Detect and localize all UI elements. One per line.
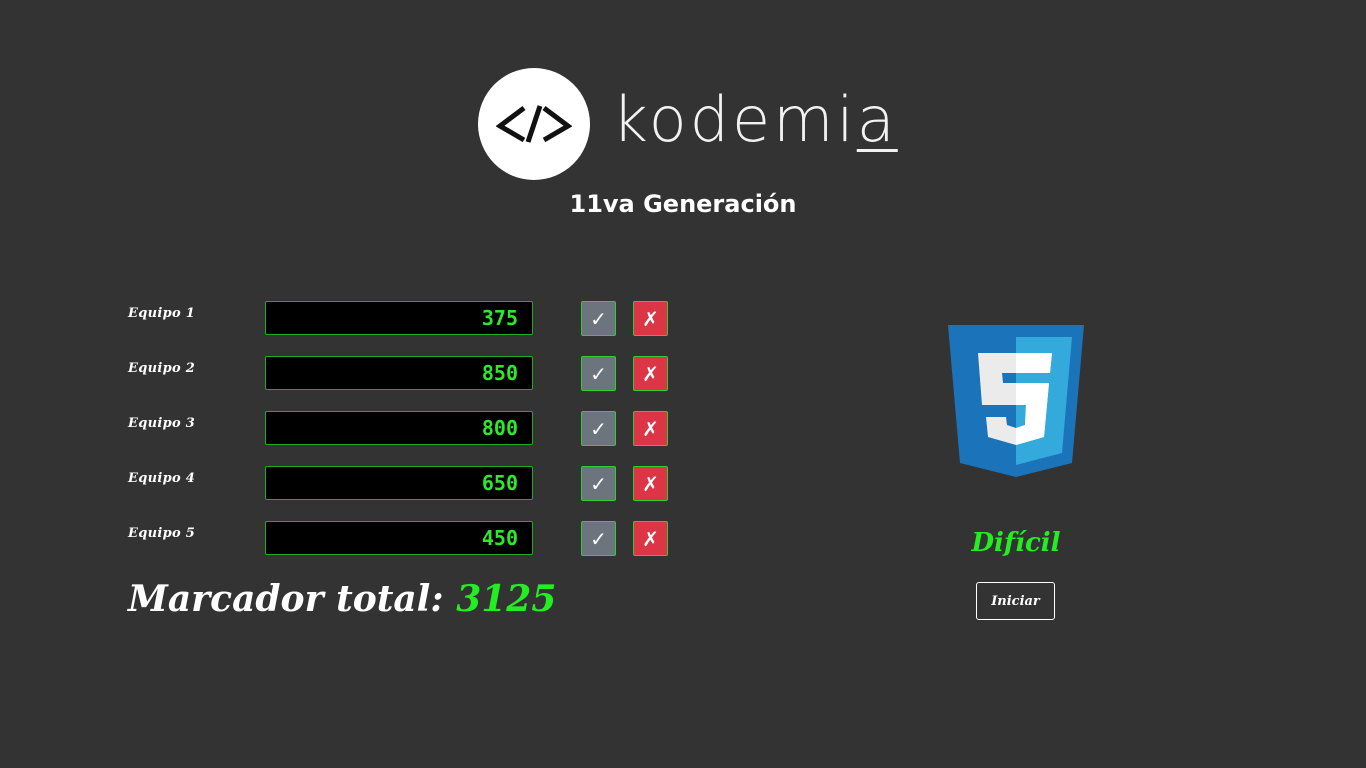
correct-button[interactable]: ✓ [581,356,616,391]
check-icon: ✓ [590,471,607,496]
team-score: 450 [265,521,533,555]
total-label: Marcador total: [128,578,444,620]
total-value: 3125 [456,578,557,620]
generation-title: 11va Generación [569,190,797,218]
team-score: 375 [265,301,533,335]
team-row-2: Equipo 2 850 ✓ ✗ [128,356,688,392]
team-row-1: Equipo 1 375 ✓ ✗ [128,301,688,337]
total-score: Marcador total: 3125 [128,578,556,620]
cross-icon: ✗ [642,416,659,441]
cross-icon: ✗ [642,471,659,496]
check-icon: ✓ [590,361,607,386]
logo-wordmark: kodemia [612,89,898,151]
wrong-button[interactable]: ✗ [633,411,668,446]
check-icon: ✓ [590,306,607,331]
logo-wordmark-main: kodemi [612,83,857,156]
team-label: Equipo 4 [128,471,196,486]
team-row-4: Equipo 4 650 ✓ ✗ [128,466,688,502]
check-icon: ✓ [590,416,607,441]
wrong-button[interactable]: ✗ [633,521,668,556]
check-icon: ✓ [590,526,607,551]
scoreboard-page: kodemia 11va Generación Equipo 1 375 ✓ ✗… [0,0,1366,768]
wrong-button[interactable]: ✗ [633,466,668,501]
team-row-3: Equipo 3 800 ✓ ✗ [128,411,688,447]
team-score: 800 [265,411,533,445]
team-score: 650 [265,466,533,500]
team-label: Equipo 2 [128,361,196,376]
team-score: 850 [265,356,533,390]
difficulty-label: Difícil [971,528,1061,558]
correct-button[interactable]: ✓ [581,411,616,446]
correct-button[interactable]: ✓ [581,466,616,501]
team-label: Equipo 1 [128,306,196,321]
wrong-button[interactable]: ✗ [633,356,668,391]
start-button[interactable]: Iniciar [976,582,1055,620]
wrong-button[interactable]: ✗ [633,301,668,336]
cross-icon: ✗ [642,361,659,386]
team-row-5: Equipo 5 450 ✓ ✗ [128,521,688,557]
correct-button[interactable]: ✓ [581,521,616,556]
team-label: Equipo 5 [128,526,196,541]
cross-icon: ✗ [642,306,659,331]
cross-icon: ✗ [642,526,659,551]
css3-icon [948,325,1084,481]
team-label: Equipo 3 [128,416,196,431]
correct-button[interactable]: ✓ [581,301,616,336]
logo-wordmark-last: a [856,83,898,156]
code-brackets-icon [478,68,590,180]
kodemia-logo: kodemia [478,68,898,180]
